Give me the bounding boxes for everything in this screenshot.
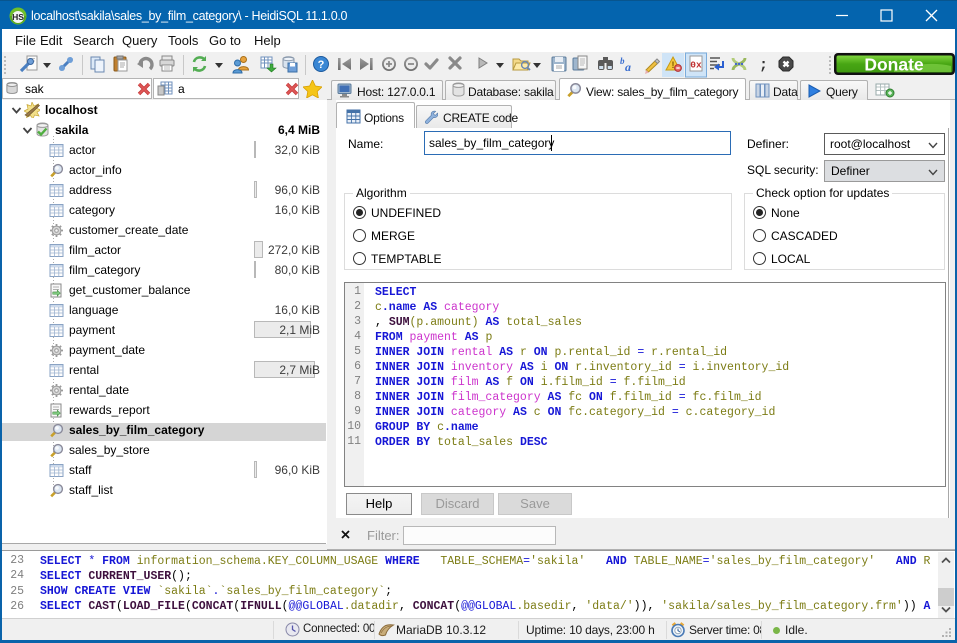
svg-text:0x: 0x (690, 60, 702, 71)
svg-text:!: ! (672, 60, 675, 70)
svg-text:?: ? (318, 59, 325, 71)
svg-text:;: ; (759, 57, 768, 74)
svg-text:HS: HS (12, 12, 24, 22)
svg-text:Donate: Donate (864, 55, 924, 75)
svg-text:a: a (625, 60, 631, 74)
